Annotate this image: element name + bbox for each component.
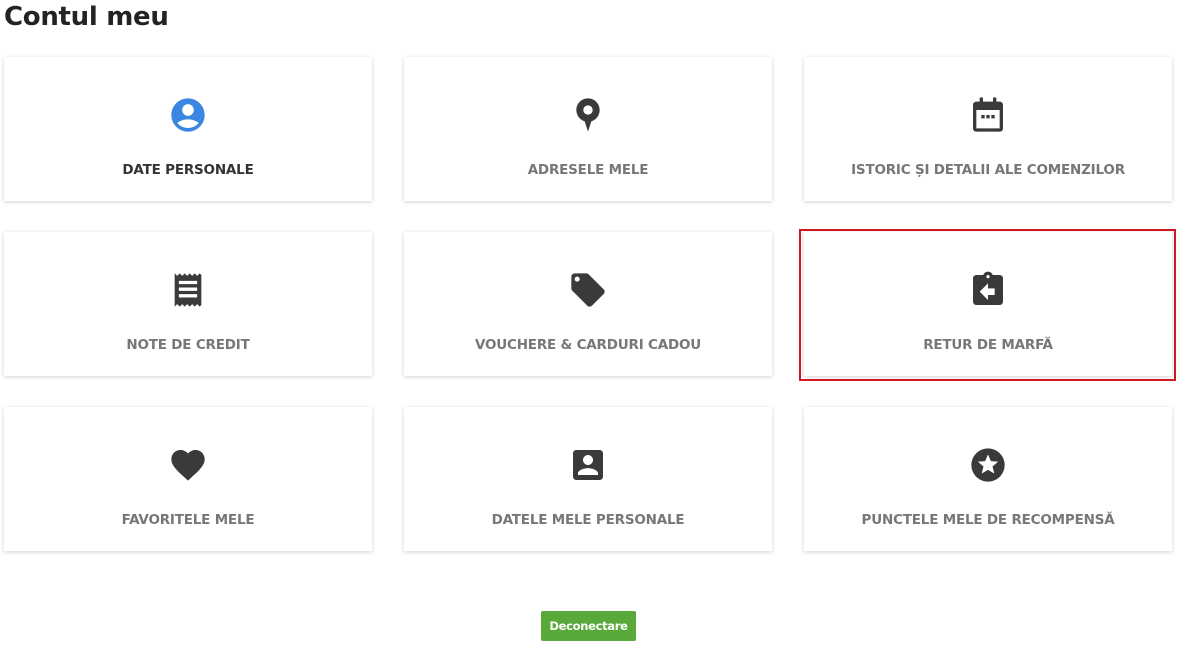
- card-label: PUNCTELE MELE DE RECOMPENSĂ: [861, 512, 1115, 528]
- card-date-personale[interactable]: DATE PERSONALE: [4, 57, 372, 201]
- card-label: VOUCHERE & CARDURI CADOU: [474, 337, 702, 353]
- card-label: RETUR DE MARFĂ: [923, 337, 1053, 353]
- logout-button[interactable]: Deconectare: [541, 611, 636, 641]
- map-pin-icon: [568, 95, 608, 135]
- card-retur-marfa[interactable]: RETUR DE MARFĂ: [804, 232, 1172, 376]
- calendar-icon: [968, 95, 1008, 135]
- card-favoritele-mele[interactable]: FAVORITELE MELE: [4, 407, 372, 551]
- star-circle-icon: [968, 445, 1008, 485]
- card-adresele-mele[interactable]: ADRESELE MELE: [404, 57, 772, 201]
- account-box-icon: [568, 445, 608, 485]
- card-label: ISTORIC ȘI DETALII ALE COMENZILOR: [851, 162, 1125, 178]
- tag-icon: [568, 270, 608, 310]
- card-note-de-credit[interactable]: NOTE DE CREDIT: [4, 232, 372, 376]
- card-label: FAVORITELE MELE: [121, 512, 255, 528]
- card-punctele-mele[interactable]: PUNCTELE MELE DE RECOMPENSĂ: [804, 407, 1172, 551]
- clipboard-return-icon: [968, 270, 1008, 310]
- card-vouchere[interactable]: VOUCHERE & CARDURI CADOU: [404, 232, 772, 376]
- card-label: DATE PERSONALE: [122, 162, 254, 178]
- card-istoric-comenzi[interactable]: ISTORIC ȘI DETALII ALE COMENZILOR: [804, 57, 1172, 201]
- person-circle-icon: [168, 95, 208, 135]
- page-title: Contul meu: [4, 2, 169, 32]
- card-label: DATELE MELE PERSONALE: [491, 512, 685, 528]
- receipt-icon: [168, 270, 208, 310]
- heart-icon: [168, 445, 208, 485]
- card-datele-mele[interactable]: DATELE MELE PERSONALE: [404, 407, 772, 551]
- card-label: NOTE DE CREDIT: [126, 337, 250, 353]
- card-label: ADRESELE MELE: [527, 162, 649, 178]
